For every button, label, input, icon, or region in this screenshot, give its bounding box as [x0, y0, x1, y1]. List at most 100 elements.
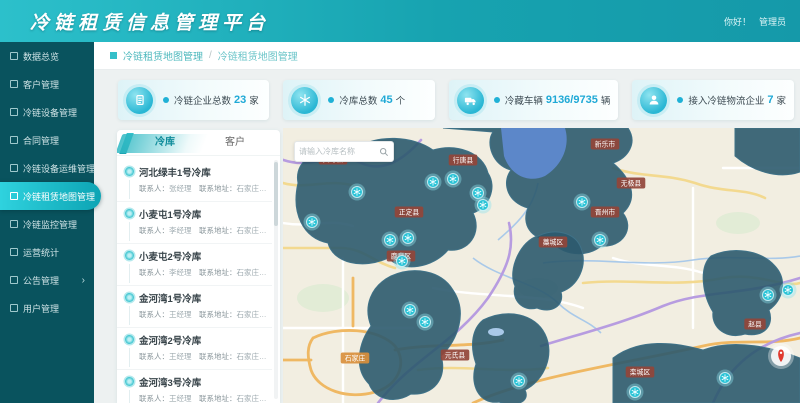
svg-text:晋州市: 晋州市 [595, 208, 616, 217]
list-scrollbar[interactable] [274, 160, 278, 399]
district-label: 无极县 [617, 178, 646, 189]
storage-details: 联系人：王经理 联系地址：石家庄市桥西区中山西路66号 [139, 309, 268, 320]
breadcrumb-current: 冷链租赁地图管理 [218, 48, 298, 63]
cold-storage-marker-13[interactable] [511, 373, 528, 390]
stat-card-3: 接入冷链物流企业7家 [632, 80, 794, 120]
stat-label: 冷库总数 [339, 93, 377, 107]
sidebar-item-9[interactable]: 用户管理 [0, 294, 94, 322]
cold-storage-dot-icon [125, 377, 134, 386]
cold-storage-marker-8[interactable] [475, 197, 492, 214]
stat-value: 23 [234, 94, 246, 106]
city-label: 石家庄 [341, 353, 370, 364]
cold-storage-marker-5[interactable] [425, 174, 442, 191]
cold-storage-dot-icon [125, 251, 134, 260]
user-name: 管理员 [759, 15, 786, 28]
map-search-input[interactable] [299, 147, 379, 156]
scrollbar-thumb[interactable] [274, 162, 278, 226]
cold-storage-marker-3[interactable] [400, 230, 417, 247]
breadcrumb-parent[interactable]: 冷链租赁地图管理 [123, 48, 203, 63]
cold-storage-marker-2[interactable] [382, 232, 399, 249]
cold-storage-dot-icon [125, 209, 134, 218]
storage-title: 小麦屯1号冷库 [139, 207, 268, 221]
bullet-dot-icon [328, 97, 334, 103]
storage-title: 河北绿丰1号冷库 [139, 165, 268, 179]
storage-details: 联系人：李经理 联系地址：石家庄市正定县恒山东路89号 [139, 267, 268, 278]
svg-text:栾城区: 栾城区 [630, 368, 651, 377]
bullet-dot-icon [494, 97, 500, 103]
storage-list-item-4[interactable]: 金河湾2号冷库联系人：王经理 联系地址：石家庄市桥西区中山西路68号 [117, 328, 272, 370]
cold-storage-marker-16[interactable] [780, 282, 797, 299]
sidebar-item-7[interactable]: 运营统计 [0, 238, 94, 266]
user-info[interactable]: 你好！ 管理员 [724, 0, 786, 42]
timeline-line [129, 390, 130, 403]
user-icon [640, 87, 667, 114]
search-icon[interactable] [379, 147, 389, 157]
district-label: 赵县 [744, 319, 765, 330]
menu-icon [10, 52, 18, 60]
location-pin-icon[interactable] [768, 343, 794, 369]
storage-title: 金河湾2号冷库 [139, 333, 268, 347]
stat-card-0: 冷链企业总数23家 [118, 80, 269, 120]
cold-storage-marker-0[interactable] [349, 184, 366, 201]
svg-text:新乐市: 新乐市 [595, 140, 616, 149]
storage-details: 联系人：张经理 联系地址：石家庄市长安区和平东路123号 [139, 183, 268, 194]
menu-icon [10, 220, 18, 228]
district-label: 藁城区 [539, 237, 568, 248]
sidebar-item-5[interactable]: 冷链租赁地图管理 [0, 182, 101, 210]
stat-unit: 家 [776, 93, 786, 107]
tab-customers[interactable]: 客户 [225, 130, 245, 156]
storage-list-item-2[interactable]: 小麦屯2号冷库联系人：李经理 联系地址：石家庄市正定县恒山东路89号 [117, 244, 272, 286]
storage-list-item-5[interactable]: 金河湾3号冷库联系人：王经理 联系地址：石家庄市桥西区中山西路70号 [117, 370, 272, 403]
bullet-dot-icon [677, 97, 683, 103]
app-header: 冷链租赁信息管理平台 你好！ 管理员 [0, 0, 800, 42]
district-label: 正定县 [395, 207, 424, 218]
timeline-line [129, 180, 130, 199]
storage-title: 金河湾3号冷库 [139, 375, 268, 389]
sidebar-item-2[interactable]: 冷链设备管理 [0, 98, 94, 126]
cold-storage-marker-14[interactable] [627, 384, 644, 401]
svg-text:石家庄: 石家庄 [345, 354, 366, 363]
cold-storage-marker-12[interactable] [417, 314, 434, 331]
storage-title: 金河湾1号冷库 [139, 291, 268, 305]
storage-list-item-1[interactable]: 小麦屯1号冷库联系人：李经理 联系地址：石家庄市正定县恒山东路88号 [117, 202, 272, 244]
menu-icon [10, 164, 18, 172]
stat-cards-row: 冷链企业总数23家冷库总数45个冷藏车辆9136/9735辆接入冷链物流企业7家 [118, 80, 794, 120]
svg-text:藁城区: 藁城区 [543, 238, 564, 247]
storage-list-panel: 冷库 客户 河北绿丰1号冷库联系人：张经理 联系地址：石家庄市长安区和平东路12… [117, 130, 280, 403]
sidebar-item-label: 合同管理 [23, 134, 59, 147]
cold-storage-marker-6[interactable] [445, 171, 462, 188]
cold-storage-marker-4[interactable] [394, 253, 411, 270]
district-label: 晋州市 [591, 207, 620, 218]
menu-icon [10, 276, 18, 284]
storage-list-item-0[interactable]: 河北绿丰1号冷库联系人：张经理 联系地址：石家庄市长安区和平东路123号 [117, 160, 272, 202]
cold-storage-marker-9[interactable] [574, 194, 591, 211]
cold-storage-marker-17[interactable] [717, 370, 734, 387]
cold-storage-marker-10[interactable] [592, 232, 609, 249]
stat-label: 冷藏车辆 [505, 93, 543, 107]
cold-storage-marker-1[interactable] [304, 214, 321, 231]
snowflake-icon [291, 87, 318, 114]
storage-list-item-3[interactable]: 金河湾1号冷库联系人：王经理 联系地址：石家庄市桥西区中山西路66号 [117, 286, 272, 328]
storage-list: 河北绿丰1号冷库联系人：张经理 联系地址：石家庄市长安区和平东路123号小麦屯1… [117, 160, 272, 403]
cold-storage-marker-11[interactable] [402, 302, 419, 319]
sidebar-item-label: 冷链设备运维管理 [23, 162, 95, 175]
timeline-line [129, 264, 130, 283]
district-label: 新乐市 [591, 139, 620, 150]
sidebar-item-0[interactable]: 数据总览 [0, 42, 94, 70]
menu-icon [10, 80, 18, 88]
stat-unit: 辆 [601, 93, 611, 107]
sidebar-item-6[interactable]: 冷链监控管理 [0, 210, 94, 238]
stat-card-2: 冷藏车辆9136/9735辆 [449, 80, 619, 120]
stat-card-1: 冷库总数45个 [283, 80, 434, 120]
cold-storage-marker-15[interactable] [760, 287, 777, 304]
sidebar-item-3[interactable]: 合同管理 [0, 126, 94, 154]
cold-chain-dashboard: 冷链租赁信息管理平台 你好！ 管理员 数据总览客户管理冷链设备管理合同管理冷链设… [0, 0, 800, 403]
sidebar-item-1[interactable]: 客户管理 [0, 70, 94, 98]
tab-cold-storage[interactable]: 冷库 [155, 130, 175, 156]
bullet-dot-icon [163, 97, 169, 103]
menu-icon [10, 304, 18, 312]
chevron-right-icon: › [82, 275, 85, 286]
map-canvas[interactable]: 灵寿县行唐县新乐市正定县无极县晋州市藁城区鹿泉区元氏县栾城区赵县石家庄 [283, 128, 800, 403]
sidebar-item-8[interactable]: 公告管理› [0, 266, 94, 294]
sidebar-item-4[interactable]: 冷链设备运维管理 [0, 154, 94, 182]
